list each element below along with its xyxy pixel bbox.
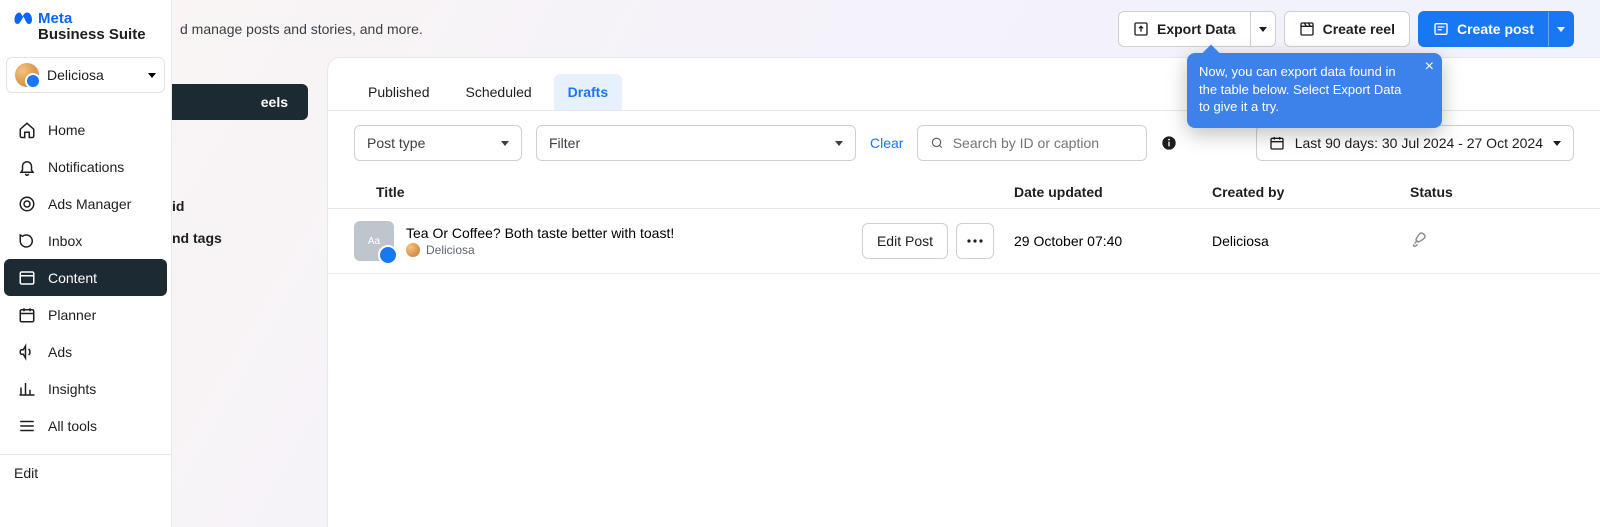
info-icon[interactable] xyxy=(1161,135,1177,151)
col-date: Date updated xyxy=(1014,184,1212,200)
nav-notifications[interactable]: Notifications xyxy=(4,148,167,185)
topbar: d manage posts and stories, and more. Ex… xyxy=(172,0,1600,58)
reel-icon xyxy=(1299,21,1315,37)
col-title: Title xyxy=(354,184,1014,200)
clear-filters[interactable]: Clear xyxy=(870,135,903,151)
date-range-picker[interactable]: Last 90 days: 30 Jul 2024 - 27 Oct 2024 xyxy=(1256,125,1574,161)
table-row[interactable]: Aa Tea Or Coffee? Both taste better with… xyxy=(328,209,1600,274)
nav-ads-manager[interactable]: Ads Manager xyxy=(4,185,167,222)
create-post-caret[interactable] xyxy=(1548,11,1574,47)
meta-logo-icon xyxy=(14,12,34,26)
calendar-icon xyxy=(18,306,36,324)
bell-icon xyxy=(18,158,36,176)
chat-icon xyxy=(18,232,36,250)
rocket-icon xyxy=(1410,230,1428,248)
chevron-down-icon xyxy=(1557,27,1565,32)
post-thumbnail: Aa xyxy=(354,221,394,261)
create-post-split: Create post xyxy=(1418,11,1574,47)
post-title: Tea Or Coffee? Both taste better with to… xyxy=(406,225,674,241)
table-header: Title Date updated Created by Status xyxy=(328,175,1600,209)
export-data-split: Export Data xyxy=(1118,11,1276,47)
nav-content[interactable]: Content xyxy=(4,259,167,296)
col-status: Status xyxy=(1410,184,1574,200)
tab-published[interactable]: Published xyxy=(354,74,444,110)
export-data-caret[interactable] xyxy=(1250,11,1276,47)
edit-post-button[interactable]: Edit Post xyxy=(862,223,948,259)
create-post-button[interactable]: Create post xyxy=(1418,11,1548,47)
home-icon xyxy=(18,121,36,139)
row-status xyxy=(1410,230,1574,253)
row-created-by: Deliciosa xyxy=(1212,233,1410,249)
export-icon xyxy=(1133,21,1149,37)
account-name: Deliciosa xyxy=(47,67,140,83)
nav-all-tools[interactable]: All tools xyxy=(4,407,167,444)
col-by: Created by xyxy=(1212,184,1410,200)
chevron-down-icon xyxy=(835,141,843,146)
chevron-down-icon xyxy=(1259,27,1267,32)
chevron-down-icon xyxy=(501,141,509,146)
tab-scheduled[interactable]: Scheduled xyxy=(452,74,546,110)
sidebar: Meta Business Suite Deliciosa Home Notif… xyxy=(0,0,172,527)
export-callout: Now, you can export data found in the ta… xyxy=(1187,53,1442,128)
account-avatar xyxy=(15,63,39,87)
target-icon xyxy=(18,195,36,213)
nav-planner[interactable]: Planner xyxy=(4,296,167,333)
chevron-down-icon xyxy=(1553,141,1561,146)
more-icon xyxy=(967,239,983,243)
callout-close[interactable]: × xyxy=(1425,59,1434,75)
search-icon xyxy=(930,135,944,151)
create-reel-button[interactable]: Create reel xyxy=(1284,11,1410,47)
filter-select[interactable]: Filter xyxy=(536,125,856,161)
page-subtitle-fragment: d manage posts and stories, and more. xyxy=(180,21,423,37)
primary-nav: Home Notifications Ads Manager Inbox Con… xyxy=(0,107,171,444)
search-box[interactable] xyxy=(917,125,1147,161)
row-more-button[interactable] xyxy=(956,223,994,259)
chevron-down-icon xyxy=(148,73,156,78)
account-switcher[interactable]: Deliciosa xyxy=(6,57,165,93)
search-input[interactable] xyxy=(953,135,1135,151)
tab-drafts[interactable]: Drafts xyxy=(554,74,622,110)
post-page: Deliciosa xyxy=(406,243,674,257)
content-panel: Published Scheduled Drafts Post type Fil… xyxy=(328,58,1600,527)
bar-chart-icon xyxy=(18,380,36,398)
calendar-icon xyxy=(1269,135,1285,151)
nav-inbox[interactable]: Inbox xyxy=(4,222,167,259)
sidebar-edit[interactable]: Edit xyxy=(14,465,38,481)
post-icon xyxy=(1433,21,1449,37)
nav-ads[interactable]: Ads xyxy=(4,333,167,370)
nav-home[interactable]: Home xyxy=(4,111,167,148)
nav-insights[interactable]: Insights xyxy=(4,370,167,407)
export-data-button[interactable]: Export Data xyxy=(1118,11,1250,47)
callout-text: Now, you can export data found in the ta… xyxy=(1199,64,1401,114)
brand-logo: Meta Business Suite xyxy=(0,0,171,57)
row-date: 29 October 07:40 xyxy=(1014,233,1212,249)
post-type-select[interactable]: Post type xyxy=(354,125,522,161)
megaphone-icon xyxy=(18,343,36,361)
menu-icon xyxy=(18,417,36,435)
content-icon xyxy=(18,269,36,287)
